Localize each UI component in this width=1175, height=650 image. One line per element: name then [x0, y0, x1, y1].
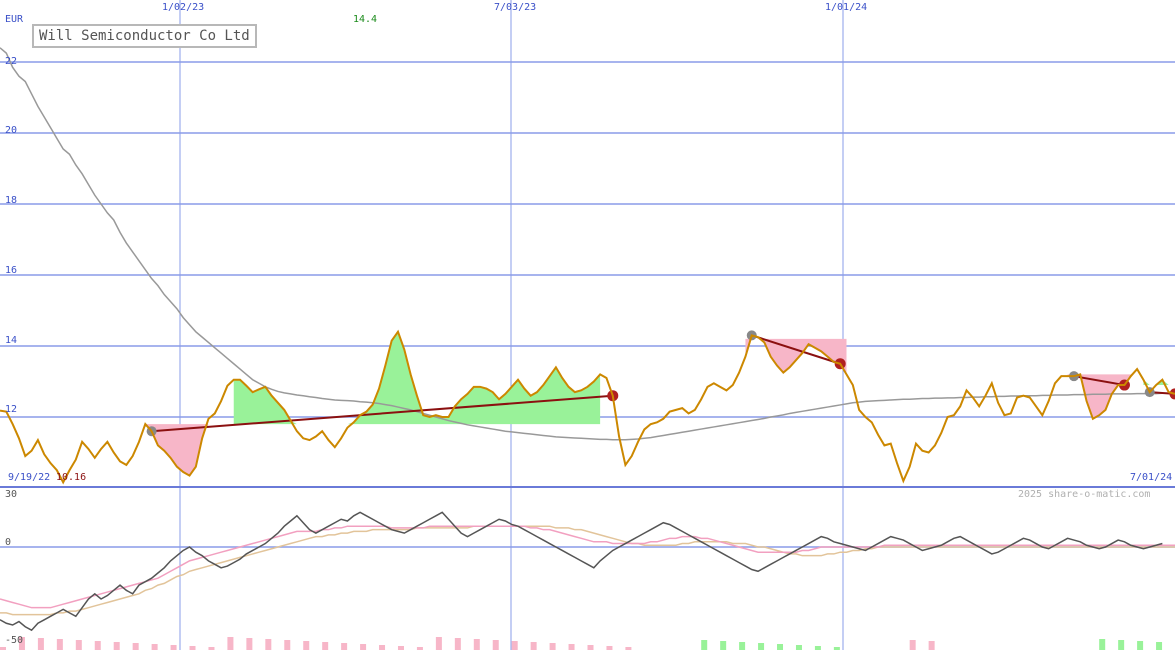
osc-tick-0: 0	[5, 537, 12, 548]
osc-bar	[530, 642, 537, 650]
osc-bar	[435, 637, 442, 650]
osc-bar	[511, 641, 518, 650]
y-tick-22: 22	[5, 56, 18, 67]
osc-bar	[1156, 642, 1163, 650]
x-tick-2: 7/03/23	[494, 2, 537, 13]
osc-tick-minus50: -50	[5, 635, 24, 646]
x-tick-3: 1/01/24	[825, 2, 868, 13]
osc-bar	[303, 641, 310, 650]
osc-bar	[322, 642, 329, 650]
y-tick-20: 20	[5, 125, 18, 136]
osc-bar	[189, 646, 196, 650]
osc-bar	[1099, 639, 1106, 650]
osc-bar	[777, 644, 784, 650]
osc-bar	[739, 642, 746, 650]
moving-average-line	[0, 47, 1163, 441]
watermark: 2025 share-o-matic.com	[1018, 489, 1151, 500]
price-chart	[0, 0, 1175, 650]
chart-title: Will Semiconductor Co Ltd	[32, 24, 257, 48]
osc-bar	[265, 639, 272, 650]
osc-tick-30: 30	[5, 489, 18, 500]
max-value-label: 14.4	[353, 14, 378, 25]
osc-bar	[587, 645, 594, 650]
osc-bar	[795, 645, 802, 650]
y-tick-16: 16	[5, 265, 18, 276]
osc-bar	[549, 643, 556, 650]
osc-bar	[379, 645, 386, 650]
osc-fast-line	[0, 525, 1175, 609]
osc-bar	[1137, 641, 1144, 650]
osc-bar	[37, 638, 44, 650]
x-tick-1: 1/02/23	[162, 2, 205, 13]
osc-bar	[360, 644, 367, 650]
osc-bar	[397, 646, 404, 650]
osc-bar	[1118, 640, 1125, 650]
osc-bar	[75, 640, 82, 650]
osc-bar	[758, 643, 765, 650]
osc-bar	[227, 637, 234, 650]
osc-bar	[606, 646, 613, 650]
osc-bar	[928, 641, 935, 650]
osc-bar	[568, 644, 575, 650]
osc-bar	[246, 638, 253, 650]
end-date-label: 7/01/24	[1130, 472, 1173, 483]
y-tick-12: 12	[5, 404, 18, 415]
osc-bar	[814, 646, 821, 650]
osc-bar	[720, 641, 727, 650]
osc-bar	[473, 639, 480, 650]
osc-bar	[151, 644, 158, 650]
loss-area-2	[745, 338, 847, 375]
loss-area-1	[145, 424, 234, 476]
osc-bar	[909, 640, 916, 650]
osc-bar	[492, 640, 499, 650]
osc-bar	[284, 640, 291, 650]
osc-bar	[132, 643, 139, 650]
y-tick-18: 18	[5, 195, 18, 206]
osc-bar	[341, 643, 348, 650]
osc-bar	[454, 638, 461, 650]
min-value-label: 10.16	[56, 472, 87, 483]
osc-bar	[170, 645, 177, 650]
osc-bar	[56, 639, 63, 650]
currency-label: EUR	[5, 14, 24, 25]
start-date-label: 9/19/22	[8, 472, 51, 483]
osc-bar	[113, 642, 120, 650]
osc-bar	[94, 641, 101, 650]
osc-bar	[701, 640, 708, 650]
y-tick-14: 14	[5, 335, 18, 346]
